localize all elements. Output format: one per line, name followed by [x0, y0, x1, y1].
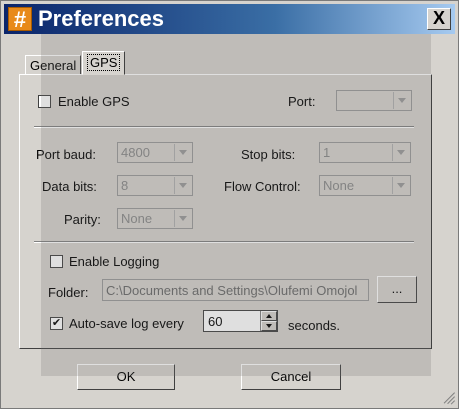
flow-control-select[interactable]: None	[319, 175, 411, 196]
data-bits-select[interactable]: 8	[117, 175, 193, 196]
auto-save-checkbox[interactable]: ✔	[50, 317, 63, 330]
tab-gps-label: GPS	[87, 54, 121, 71]
enable-logging-checkbox[interactable]	[50, 255, 63, 268]
flow-control-value: None	[323, 178, 355, 193]
flow-control-label: Flow Control:	[224, 179, 301, 194]
window-title: Preferences	[38, 6, 164, 31]
port-label: Port:	[288, 94, 316, 109]
chevron-down-icon[interactable]	[174, 177, 191, 194]
resize-grip-icon[interactable]	[441, 391, 455, 405]
stepper-up-icon[interactable]	[261, 311, 277, 321]
hash-app-icon: #	[8, 7, 32, 32]
parity-value: None	[121, 211, 153, 226]
browse-button[interactable]: ...	[377, 276, 417, 303]
tab-gps[interactable]: GPS	[82, 51, 126, 75]
stop-bits-select[interactable]: 1	[319, 142, 411, 163]
divider	[34, 126, 414, 128]
auto-save-interval-value: 60	[208, 314, 223, 329]
enable-gps-label: Enable GPS	[58, 94, 130, 109]
data-bits-value: 8	[121, 178, 129, 193]
stop-bits-label: Stop bits:	[241, 147, 296, 162]
auto-save-label: Auto-save log every	[69, 316, 184, 331]
close-button[interactable]: X	[427, 8, 451, 30]
cancel-button[interactable]: Cancel	[241, 364, 341, 390]
port-select[interactable]	[336, 90, 412, 111]
divider	[34, 241, 414, 243]
port-baud-value: 4800	[121, 145, 150, 160]
title-bar[interactable]: # Preferences X	[4, 4, 455, 34]
stop-bits-value: 1	[323, 145, 331, 160]
enable-logging-label: Enable Logging	[69, 254, 160, 269]
parity-label: Parity:	[64, 212, 101, 227]
seconds-label: seconds.	[288, 318, 341, 333]
stepper-buttons	[260, 311, 277, 331]
folder-label: Folder:	[48, 285, 89, 300]
enable-gps-checkbox[interactable]	[38, 95, 51, 108]
parity-select[interactable]: None	[117, 208, 193, 229]
tab-general[interactable]: General	[25, 55, 82, 75]
port-baud-select[interactable]: 4800	[117, 142, 193, 163]
data-bits-label: Data bits:	[42, 179, 97, 194]
stepper-down-icon[interactable]	[261, 321, 277, 331]
preferences-window: # Preferences X General GPS Enable GPS P…	[0, 0, 459, 409]
chevron-down-icon[interactable]	[174, 144, 191, 161]
chevron-down-icon[interactable]	[393, 92, 410, 109]
auto-save-interval-stepper[interactable]: 60	[203, 310, 278, 332]
folder-path-field[interactable]: C:\Documents and Settings\Olufemi Omojol	[102, 279, 369, 301]
chevron-down-icon[interactable]	[392, 177, 409, 194]
chevron-down-icon[interactable]	[392, 144, 409, 161]
ok-button[interactable]: OK	[77, 364, 175, 390]
chevron-down-icon[interactable]	[174, 210, 191, 227]
port-baud-label: Port baud:	[36, 147, 96, 162]
